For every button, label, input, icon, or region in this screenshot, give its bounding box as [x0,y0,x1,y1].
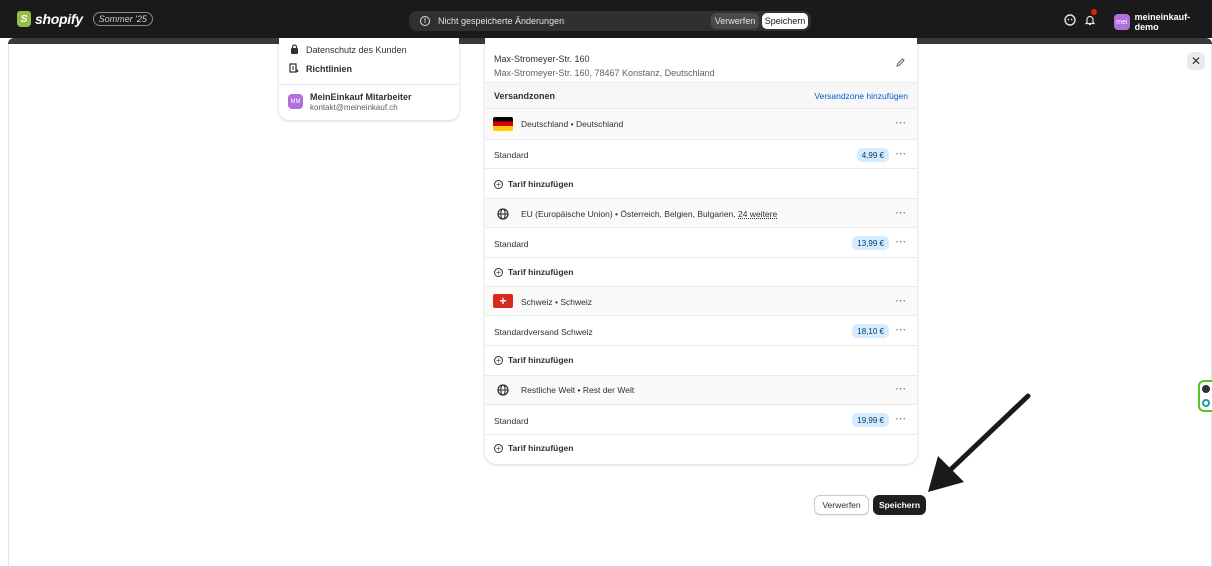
close-button[interactable]: ✕ [1187,52,1205,70]
add-tariff-row[interactable]: + Tarif hinzufügen [485,346,917,375]
add-tariff-button[interactable]: + Tarif hinzufügen [494,355,573,365]
widget-chat-icon[interactable] [1202,399,1210,407]
notification-badge [1091,9,1097,15]
add-tariff-button[interactable]: + Tarif hinzufügen [494,267,573,277]
shipping-profile-card: Max-Stromeyer-Str. 160 Max-Stromeyer-Str… [485,38,917,464]
divider [279,84,459,85]
add-tariff-row[interactable]: + Tarif hinzufügen [485,435,917,464]
policy-icon [289,63,299,75]
topbar-save-button[interactable]: Speichern [762,13,808,29]
plus-circle-icon: + [494,179,503,189]
add-tariff-label: Tarif hinzufügen [508,179,574,189]
save-button[interactable]: Speichern [873,495,926,515]
zone-label-text: EU (Europäische Union) • Österreich, Bel… [521,209,738,219]
topbar-discard-button[interactable]: Verwerfen [711,13,759,29]
add-tariff-row[interactable]: + Tarif hinzufügen [485,258,917,286]
sidekick-icon[interactable] [1063,13,1076,26]
add-tariff-button[interactable]: + Tarif hinzufügen [494,179,573,189]
tariff-row: Standardversand Schweiz 18,10 € ⋯ [485,316,917,346]
more-actions-icon[interactable]: ⋯ [895,412,906,425]
more-actions-icon[interactable]: ⋯ [895,382,906,395]
zone-row-deutschland: Deutschland • Deutschland ⋯ [485,109,917,140]
settings-nav-card: Datenschutz des Kunden Richtlinien MM Me… [279,38,459,120]
zone-label: EU (Europäische Union) • Österreich, Bel… [521,209,777,219]
address-detail: Max-Stromeyer-Str. 160, 78467 Konstanz, … [494,68,715,78]
tariff-row: Standard 19,99 € ⋯ [485,405,917,435]
store-menu[interactable]: mei meineinkauf-demo [1114,12,1212,32]
zone-row-schweiz: + Schweiz • Schweiz ⋯ [485,286,917,316]
nav-item-label: Richtlinien [306,64,353,74]
zone-row-rest-of-world: Restliche Welt • Rest der Welt ⋯ [485,375,917,405]
top-bar: S shopify Sommer '25 ! Nicht gespeichert… [0,0,1212,38]
switzerland-flag-icon: + [493,294,513,308]
nav-item-label: Datenschutz des Kunden [306,45,407,55]
zone-label: Schweiz • Schweiz [521,297,593,307]
origin-address: Max-Stromeyer-Str. 160 Max-Stromeyer-Str… [494,52,715,80]
zone-label: Restliche Welt • Rest der Welt [521,385,635,395]
tariff-price-badge: 13,99 € [852,236,889,250]
shopify-bag-icon: S [17,11,31,27]
close-icon: ✕ [1190,54,1202,68]
plus-circle-icon: + [494,355,503,365]
shopify-logo[interactable]: S shopify Sommer '25 [17,11,153,27]
lock-icon [289,44,299,56]
staff-name: MeinEinkauf Mitarbeiter [310,92,412,102]
tariff-name: Standardversand Schweiz [494,327,593,337]
plus-circle-icon: + [494,443,503,453]
brand-name: shopify [35,11,83,27]
germany-flag-icon [493,117,513,131]
shipping-zones-header: Versandzonen Versandzone hinzufügen [485,82,917,109]
tariff-row: Standard 4,99 € ⋯ [485,140,917,169]
tariff-name: Standard [494,416,529,426]
zone-label: Deutschland • Deutschland [521,119,624,129]
more-actions-icon[interactable]: ⋯ [895,235,906,248]
more-countries-link[interactable]: 24 weitere [738,209,777,219]
tariff-price-badge: 18,10 € [852,324,889,338]
zone-row-eu: EU (Europäische Union) • Österreich, Bel… [485,198,917,228]
discard-button[interactable]: Verwerfen [814,495,869,515]
edit-pencil-icon[interactable] [895,58,905,71]
store-name: meineinkauf-demo [1134,12,1191,32]
globe-icon [497,208,509,220]
tariff-name: Standard [494,150,529,160]
add-tariff-label: Tarif hinzufügen [508,443,574,453]
shipping-zones-title: Versandzonen [494,91,556,101]
tariff-name: Standard [494,239,529,249]
add-tariff-label: Tarif hinzufügen [508,267,574,277]
add-tariff-button[interactable]: + Tarif hinzufügen [494,443,573,453]
nav-item-customer-privacy[interactable]: Datenschutz des Kunden [289,44,407,56]
staff-account[interactable]: MM MeinEinkauf Mitarbeiter kontakt@meine… [288,92,412,112]
side-help-widget[interactable] [1198,380,1212,412]
widget-close-icon[interactable] [1202,385,1210,393]
more-actions-icon[interactable]: ⋯ [895,323,906,336]
more-actions-icon[interactable]: ⋯ [895,206,906,219]
unsaved-changes-text: Nicht gespeicherte Änderungen [438,16,565,26]
tariff-price-badge: 19,99 € [852,413,889,427]
globe-icon [497,384,509,396]
plus-circle-icon: + [494,267,503,277]
modal-left-border [8,44,9,566]
tariff-row: Standard 13,99 € ⋯ [485,228,917,258]
store-avatar: mei [1114,14,1130,30]
more-actions-icon[interactable]: ⋯ [895,116,906,129]
alert-icon: ! [420,16,430,26]
more-actions-icon[interactable]: ⋯ [895,147,906,160]
staff-avatar: MM [288,94,303,109]
tariff-price-badge: 4,99 € [856,148,889,162]
annotation-arrow-icon [928,393,1031,492]
add-shipping-zone-link[interactable]: Versandzone hinzufügen [814,91,908,101]
address-title: Max-Stromeyer-Str. 160 [494,54,590,64]
add-tariff-row[interactable]: + Tarif hinzufügen [485,169,917,198]
more-actions-icon[interactable]: ⋯ [895,294,906,307]
add-tariff-label: Tarif hinzufügen [508,355,574,365]
staff-email: kontakt@meineinkauf.ch [310,103,398,112]
edition-badge[interactable]: Sommer '25 [92,12,153,26]
nav-item-policies[interactable]: Richtlinien [289,63,352,75]
